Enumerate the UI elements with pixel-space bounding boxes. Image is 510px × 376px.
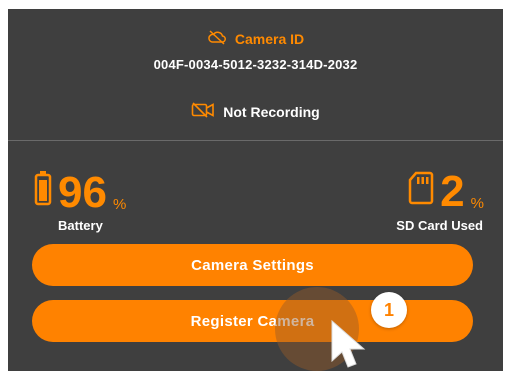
camera-id-row: Camera ID bbox=[8, 29, 503, 49]
camera-settings-button[interactable]: Camera Settings bbox=[32, 244, 473, 286]
video-off-icon bbox=[191, 101, 215, 123]
battery-unit: % bbox=[112, 196, 127, 213]
battery-icon bbox=[34, 170, 52, 211]
camera-header: Camera ID 004F-0034-5012-3232-314D-2032 … bbox=[8, 9, 503, 141]
recording-status-row: Not Recording bbox=[8, 101, 503, 123]
battery-value: 96 bbox=[58, 168, 107, 217]
camera-id-label: Camera ID bbox=[234, 31, 305, 47]
sd-card-value: 2 bbox=[440, 167, 465, 216]
cloud-off-icon bbox=[207, 29, 227, 50]
sd-card-label: SD Card Used bbox=[396, 218, 483, 233]
sd-card-unit: % bbox=[470, 195, 484, 212]
cursor-pointer-icon bbox=[322, 317, 382, 371]
register-camera-button[interactable]: Register Camera bbox=[32, 300, 473, 342]
camera-id-value: 004F-0034-5012-3232-314D-2032 bbox=[153, 56, 358, 72]
sd-card-stat: 2 % bbox=[408, 170, 484, 214]
battery-label: Battery bbox=[58, 218, 103, 233]
battery-stat: 96 % bbox=[34, 170, 126, 215]
recording-status: Not Recording bbox=[223, 104, 320, 120]
sd-card-icon bbox=[408, 171, 434, 210]
